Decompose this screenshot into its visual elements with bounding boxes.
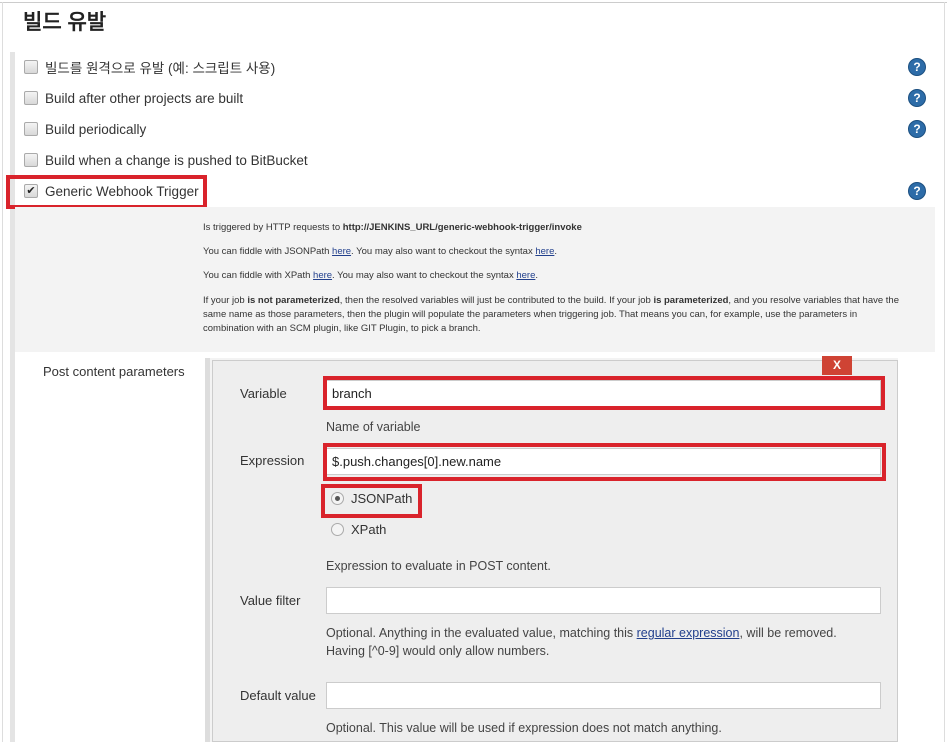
- trigger-label: 빌드를 원격으로 유발 (예: 스크립트 사용): [45, 61, 276, 76]
- delete-button[interactable]: X: [822, 356, 852, 375]
- value-filter-hint: Optional. Anything in the evaluated valu…: [326, 626, 837, 658]
- divider: [2, 2, 3, 742]
- radio-button[interactable]: [331, 522, 344, 536]
- trigger-bitbucket[interactable]: Build when a change is pushed to BitBuck…: [24, 150, 308, 170]
- jsonpath-fiddle-link[interactable]: here: [332, 246, 351, 257]
- post-content-label: Post content parameters: [43, 364, 185, 379]
- radio-label: XPath: [351, 521, 387, 537]
- trigger-label: Build periodically: [45, 121, 147, 137]
- divider: [944, 2, 945, 742]
- highlight-box: [6, 175, 207, 209]
- desc-line: You can fiddle with JSONPath here. You m…: [203, 246, 558, 257]
- default-value-label: Default value: [240, 688, 316, 703]
- highlight-box: [323, 376, 885, 410]
- trigger-periodically[interactable]: Build periodically: [24, 119, 146, 139]
- help-description: Is triggered by HTTP requests to http://…: [15, 207, 935, 352]
- regex-link[interactable]: regular expression: [637, 626, 740, 640]
- expression-label: Expression: [240, 453, 305, 468]
- jsonpath-syntax-link[interactable]: here: [535, 246, 554, 257]
- help-icon[interactable]: ?: [908, 182, 926, 200]
- section-title: 빌드 유발: [23, 11, 107, 34]
- variable-hint: Name of variable: [326, 420, 421, 434]
- default-value-input[interactable]: [326, 682, 881, 709]
- checkbox[interactable]: [24, 153, 38, 167]
- value-filter-input[interactable]: [326, 587, 881, 614]
- checkbox[interactable]: [24, 91, 38, 105]
- radio-xpath[interactable]: XPath: [331, 519, 386, 539]
- desc-paragraph: If your job is not parameterized, then t…: [203, 295, 899, 334]
- expression-hint: Expression to evaluate in POST content.: [326, 559, 551, 573]
- desc-line: Is triggered by HTTP requests to http://…: [203, 222, 582, 233]
- highlight-box: [321, 484, 422, 518]
- help-icon[interactable]: ?: [908, 89, 926, 107]
- checkbox[interactable]: [24, 122, 38, 136]
- variable-label: Variable: [240, 386, 287, 401]
- value-filter-label: Value filter: [240, 593, 301, 608]
- xpath-fiddle-link[interactable]: here: [313, 270, 332, 281]
- checkbox[interactable]: [24, 60, 38, 74]
- xpath-syntax-link[interactable]: here: [516, 270, 535, 281]
- trigger-label: Build after other projects are built: [45, 90, 244, 106]
- trigger-after-other-projects[interactable]: Build after other projects are built: [24, 88, 243, 108]
- trigger-label: Build when a change is pushed to BitBuck…: [45, 152, 308, 168]
- desc-line: You can fiddle with XPath here. You may …: [203, 270, 539, 281]
- trigger-remote[interactable]: 빌드를 원격으로 유발 (예: 스크립트 사용): [24, 57, 275, 77]
- default-value-hint: Optional. This value will be used if exp…: [326, 721, 722, 735]
- help-icon[interactable]: ?: [908, 58, 926, 76]
- highlight-box: [323, 443, 886, 481]
- divider: [0, 2, 947, 3]
- help-icon[interactable]: ?: [908, 120, 926, 138]
- section-bar: [10, 52, 15, 742]
